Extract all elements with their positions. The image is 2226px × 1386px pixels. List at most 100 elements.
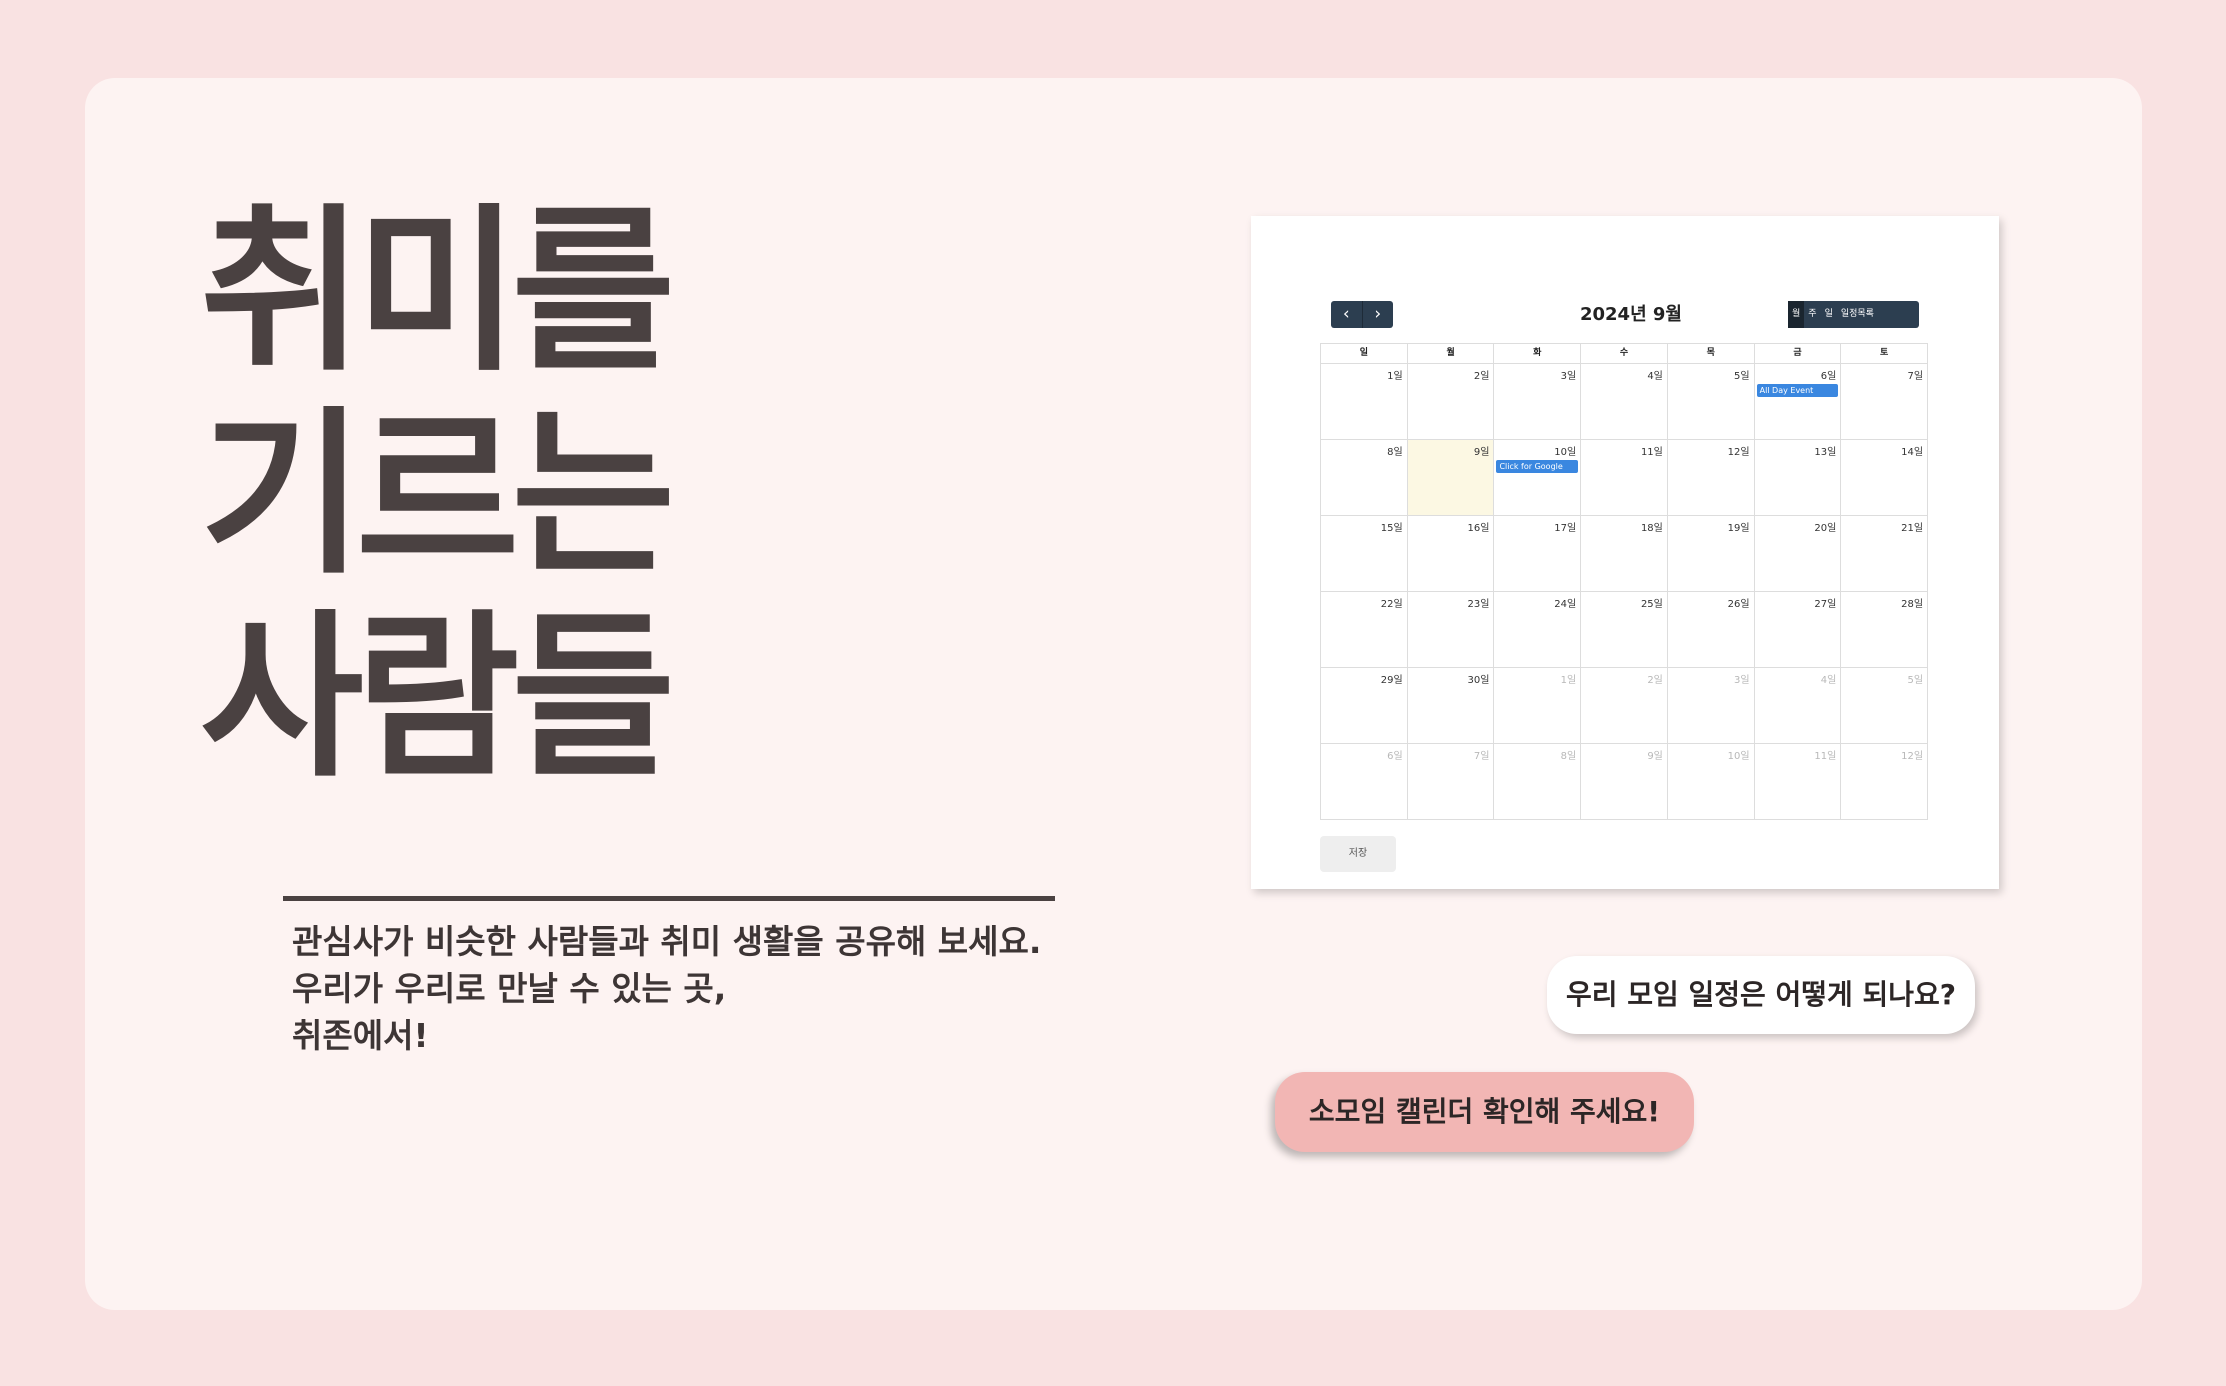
hero-subtitle: 관심사가 비슷한 사람들과 취미 생활을 공유해 보세요. 우리가 우리로 만날… — [292, 918, 1092, 1059]
calendar-week: 29일 30일 1일 2일 3일 4일 5일 — [1321, 668, 1927, 744]
save-button[interactable]: 저장 — [1320, 836, 1396, 872]
day-number: 18일 — [1640, 523, 1663, 534]
day-number: 3일 — [1734, 675, 1750, 686]
weekday-label: 토 — [1840, 344, 1927, 363]
chat-bubble-question: 우리 모임 일정은 어떻게 되나요? — [1547, 956, 1975, 1034]
calendar-day-cell[interactable]: 17일 — [1493, 516, 1580, 591]
calendar-day-cell[interactable]: 18일 — [1580, 516, 1667, 591]
calendar-day-cell[interactable]: 2일 — [1580, 668, 1667, 743]
chevron-right-icon: › — [1374, 304, 1382, 324]
calendar-day-cell[interactable]: 29일 — [1321, 668, 1407, 743]
hero-title-line: 사람들 — [200, 594, 675, 801]
calendar-day-cell[interactable]: 7일 — [1840, 364, 1927, 439]
day-number: 16일 — [1467, 523, 1490, 534]
weekday-label: 목 — [1666, 344, 1754, 363]
calendar-day-cell[interactable]: 10일 Click for Google — [1493, 440, 1580, 515]
view-week-button[interactable]: 주 — [1804, 301, 1820, 328]
day-number: 4일 — [1647, 371, 1663, 382]
calendar-day-cell[interactable]: 14일 — [1840, 440, 1927, 515]
calendar-day-cell[interactable]: 1일 — [1493, 668, 1580, 743]
view-list-button[interactable]: 일정목록 — [1837, 301, 1878, 328]
next-month-button[interactable]: › — [1361, 301, 1394, 328]
calendar-day-cell[interactable]: 7일 — [1406, 744, 1494, 819]
day-number: 25일 — [1640, 599, 1663, 610]
calendar-day-cell[interactable]: 3일 — [1493, 364, 1580, 439]
calendar-day-cell[interactable]: 5일 — [1666, 364, 1754, 439]
day-number: 9일 — [1473, 447, 1490, 458]
chevron-left-icon: ‹ — [1342, 304, 1350, 324]
subtitle-line: 우리가 우리로 만날 수 있는 곳, — [292, 969, 727, 1008]
day-number: 2일 — [1647, 675, 1663, 686]
calendar-day-cell[interactable]: 11일 — [1753, 744, 1841, 819]
calendar-week: 1일 2일 3일 4일 5일 6일 All Day Event 7일 — [1321, 364, 1927, 440]
calendar-day-cell[interactable]: 9일 — [1406, 440, 1494, 515]
calendar-event[interactable]: Click for Google — [1496, 460, 1579, 473]
calendar-day-cell[interactable]: 30일 — [1406, 668, 1494, 743]
day-number: 10일 — [1727, 751, 1750, 762]
day-number: 14일 — [1901, 447, 1924, 458]
day-number: 8일 — [1560, 751, 1577, 762]
calendar-day-cell[interactable]: 6일 — [1321, 744, 1407, 819]
calendar-day-cell[interactable]: 20일 — [1753, 516, 1841, 591]
weekday-header: 일 월화수목금토 — [1321, 344, 1927, 364]
calendar-day-cell[interactable]: 12일 — [1666, 440, 1754, 515]
hero-title-line: 기르는 — [200, 391, 675, 598]
day-number: 13일 — [1814, 447, 1837, 458]
view-month-button[interactable]: 월 — [1788, 301, 1805, 328]
calendar-day-cell[interactable]: 8일 — [1321, 440, 1407, 515]
day-number: 9일 — [1647, 751, 1663, 762]
calendar-day-cell[interactable]: 21일 — [1840, 516, 1927, 591]
day-number: 5일 — [1734, 371, 1750, 382]
day-number: 7일 — [1473, 751, 1490, 762]
calendar-day-cell[interactable]: 1일 — [1321, 364, 1407, 439]
calendar-day-cell[interactable]: 13일 — [1753, 440, 1841, 515]
prev-month-button[interactable]: ‹ — [1331, 301, 1362, 328]
day-number: 5일 — [1907, 675, 1924, 686]
calendar-day-cell[interactable]: 6일 All Day Event — [1753, 364, 1841, 439]
calendar-day-cell[interactable]: 26일 — [1666, 592, 1754, 667]
calendar-day-cell[interactable]: 11일 — [1580, 440, 1667, 515]
view-day-button[interactable]: 일 — [1821, 301, 1837, 328]
calendar-day-cell[interactable]: 12일 — [1840, 744, 1927, 819]
calendar-day-cell[interactable]: 22일 — [1321, 592, 1407, 667]
day-number: 22일 — [1380, 599, 1403, 610]
calendar-day-cell[interactable]: 19일 — [1666, 516, 1754, 591]
day-number: 11일 — [1640, 447, 1663, 458]
calendar-day-cell[interactable]: 16일 — [1406, 516, 1494, 591]
day-number: 1일 — [1387, 371, 1403, 382]
day-number: 10일 — [1554, 447, 1577, 458]
hero-title: 취미를 기르는 사람들 — [200, 190, 900, 799]
day-number: 6일 — [1387, 751, 1403, 762]
calendar-day-cell[interactable]: 24일 — [1493, 592, 1580, 667]
day-number: 11일 — [1814, 751, 1837, 762]
calendar-day-cell[interactable]: 25일 — [1580, 592, 1667, 667]
calendar-day-cell[interactable]: 10일 — [1666, 744, 1754, 819]
divider — [283, 896, 1055, 901]
weekday-label: 화 — [1493, 344, 1580, 363]
calendar-day-cell[interactable]: 4일 — [1580, 364, 1667, 439]
day-number: 3일 — [1560, 371, 1577, 382]
calendar-event[interactable]: All Day Event — [1756, 384, 1839, 397]
calendar-day-cell[interactable]: 2일 — [1406, 364, 1494, 439]
calendar-day-cell[interactable]: 3일 — [1666, 668, 1754, 743]
day-number: 6일 — [1820, 371, 1837, 382]
calendar-day-cell[interactable]: 27일 — [1753, 592, 1841, 667]
calendar-title: 2024년 9월 — [1579, 304, 1682, 325]
calendar-week: 15일 16일 17일 18일 19일 20일 21일 — [1321, 516, 1927, 592]
calendar-day-cell[interactable]: 9일 — [1580, 744, 1667, 819]
weekday-label: 일 — [1359, 348, 1368, 358]
calendar-day-cell[interactable]: 28일 — [1840, 592, 1927, 667]
day-number: 30일 — [1467, 675, 1490, 686]
day-number: 8일 — [1387, 447, 1403, 458]
day-number: 12일 — [1727, 447, 1750, 458]
calendar-day-cell[interactable]: 4일 — [1753, 668, 1841, 743]
calendar-day-cell[interactable]: 23일 — [1406, 592, 1494, 667]
calendar-day-cell[interactable]: 15일 — [1321, 516, 1407, 591]
hero-title-line: 취미를 — [200, 188, 675, 395]
calendar-day-cell[interactable]: 5일 — [1840, 668, 1927, 743]
subtitle-line: 취존에서! — [292, 1016, 429, 1055]
calendar-day-cell[interactable]: 8일 — [1493, 744, 1580, 819]
weekday-label: 수 — [1580, 344, 1667, 363]
weekday-label: 금 — [1753, 344, 1841, 363]
calendar-week: 6일 7일 8일 9일 10일 11일 12일 — [1321, 744, 1927, 819]
